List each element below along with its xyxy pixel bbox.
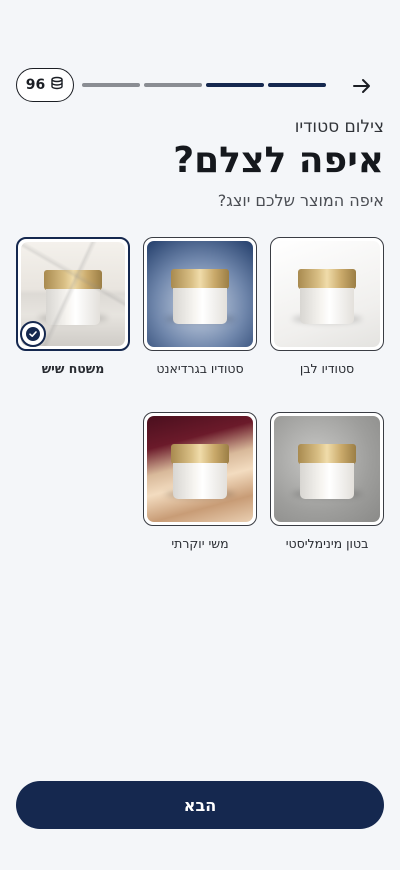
progress-segment [206,83,264,87]
option-marble-surface[interactable]: משטח שיש [16,237,130,376]
coin-count: 96 [25,77,46,93]
option-white-studio[interactable]: סטודיו לבן [270,237,384,376]
option-label: בטון מינימליסטי [285,536,369,551]
coins-icon [50,76,64,94]
progress-segment [82,83,140,87]
option-gradient-studio[interactable]: סטודיו בגרדיאנט [143,237,257,376]
product-image [274,241,380,347]
back-button[interactable] [348,72,376,100]
option-thumbnail [143,237,257,351]
step-progress [82,83,326,87]
progress-segment [268,83,326,87]
option-label: סטודיו לבן [299,361,355,376]
page-title: איפה לצלם? [173,140,384,181]
section-eyebrow: צילום סטודיו [294,117,384,137]
option-label: סטודיו בגרדיאנט [156,361,244,376]
option-thumbnail [16,237,130,351]
next-button[interactable]: הבא [16,781,384,829]
coin-balance[interactable]: 96 [16,68,74,102]
arrow-right-icon [353,79,370,93]
option-thumbnail [270,412,384,526]
option-label: משי יוקרתי [171,536,229,551]
product-image [147,241,253,347]
product-image [147,416,253,522]
option-thumbnail [270,237,384,351]
product-image [274,416,380,522]
top-bar: 96 [16,68,384,104]
option-luxury-silk[interactable]: משי יוקרתי [143,412,257,551]
selected-check-icon [20,321,46,347]
page-subtitle: איפה המוצר שלכם יוצג? [217,191,384,210]
option-thumbnail [143,412,257,526]
option-minimal-concrete[interactable]: בטון מינימליסטי [270,412,384,551]
progress-segment [144,83,202,87]
option-label: משטח שיש [41,361,105,376]
